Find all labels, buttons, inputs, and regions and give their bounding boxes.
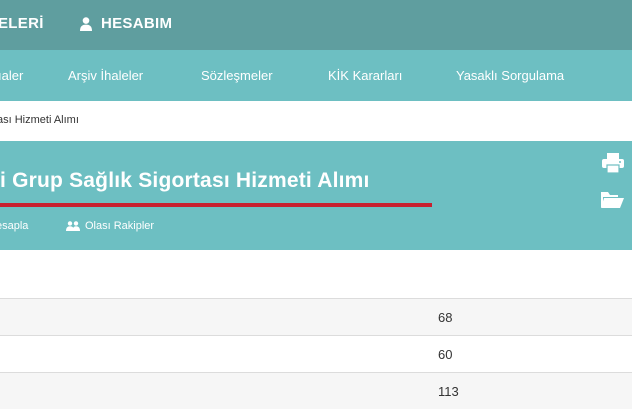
top-menu-item[interactable]: ELERİ: [0, 15, 44, 32]
nav-item-banned-query[interactable]: Yasaklı Sorgulama: [456, 68, 564, 83]
table-cell-value: 68: [438, 310, 453, 325]
nav-item-contracts[interactable]: Sözleşmeler: [201, 68, 273, 83]
table-row: 60: [0, 335, 632, 372]
possible-rivals-label: Olası Rakipler: [85, 220, 155, 232]
print-icon[interactable]: [602, 153, 624, 178]
calculate-link[interactable]: esapla: [0, 220, 28, 232]
results-table: 68 60 113: [0, 250, 632, 419]
user-icon: [80, 16, 92, 31]
breadcrumb: ası Hizmeti Alımı: [0, 101, 632, 141]
users-icon: [66, 221, 80, 231]
nav-item-archive-tenders[interactable]: Arşiv İhaleler: [68, 68, 143, 83]
account-menu[interactable]: HESABIM: [80, 15, 172, 32]
page-title: ıi Grup Sağlık Sigortası Hizmeti Alımı: [0, 169, 370, 192]
nav-item-tenders[interactable]: ıaler: [0, 68, 23, 83]
main-nav: ıaler Arşiv İhaleler Sözleşmeler KİK Kar…: [0, 50, 632, 101]
title-underline: [0, 203, 432, 207]
folder-open-icon[interactable]: [601, 191, 624, 214]
possible-rivals-link[interactable]: Olası Rakipler: [66, 220, 154, 232]
tender-header: ıi Grup Sağlık Sigortası Hizmeti Alımı e…: [0, 141, 632, 250]
account-label: HESABIM: [101, 15, 173, 32]
calculate-label: esapla: [0, 220, 29, 232]
table-cell-value: 113: [438, 384, 459, 399]
table-row: 68: [0, 298, 632, 335]
table-cell-value: 60: [438, 347, 453, 362]
top-bar: ELERİ HESABIM: [0, 0, 632, 50]
table-row: 113: [0, 372, 632, 409]
breadcrumb-current: ası Hizmeti Alımı: [0, 114, 79, 126]
nav-item-kik-decisions[interactable]: KİK Kararları: [328, 68, 402, 83]
